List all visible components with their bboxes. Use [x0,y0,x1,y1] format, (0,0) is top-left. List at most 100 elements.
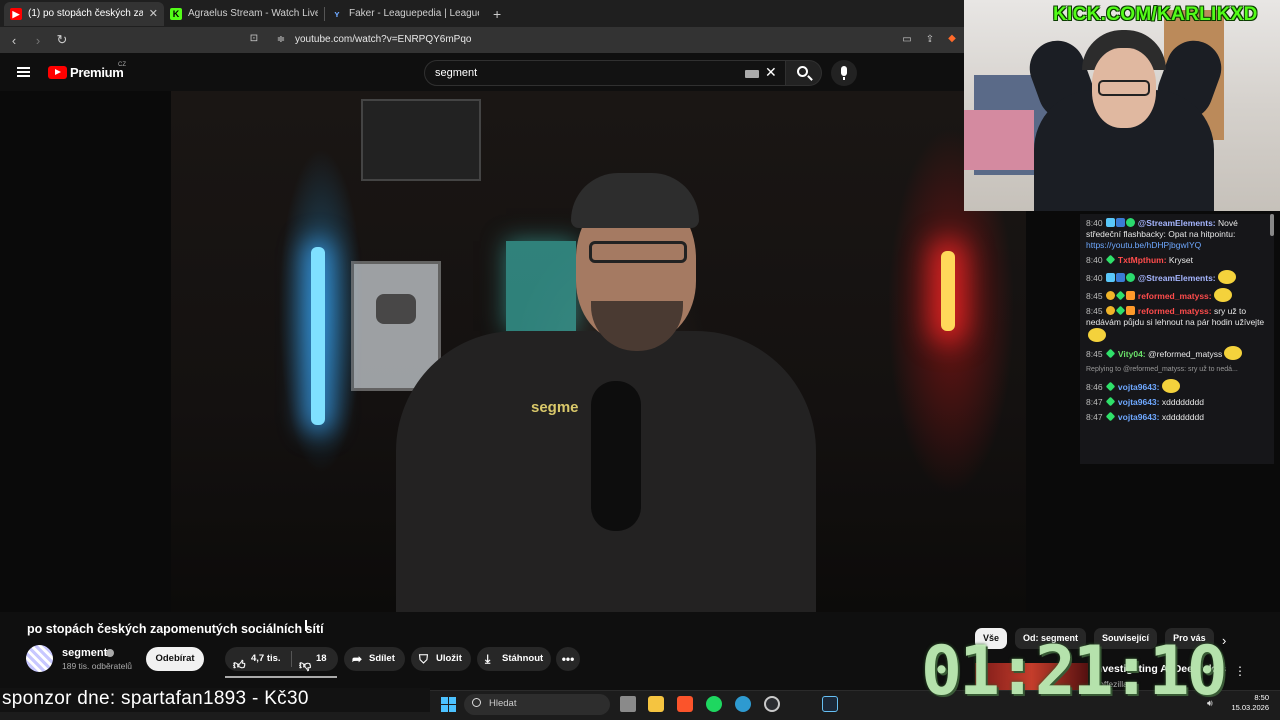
chat-badge-icon [1105,273,1115,282]
like-count[interactable]: 4,7 tis. [251,647,281,671]
chat-username[interactable]: @StreamElements: [1136,273,1216,283]
streamer-webcam [964,0,1280,211]
task-view-icon[interactable] [620,696,636,712]
chat-username[interactable]: reformed_matyss: [1136,306,1212,316]
chat-time: 8:40 [1086,218,1103,228]
youtube-logo-icon[interactable] [48,66,67,79]
chat-username[interactable]: Vity04: [1116,349,1146,359]
tab-title: Faker - Leaguepedia | League of Lege [349,8,479,19]
back-icon[interactable]: ‹ [4,33,24,48]
stream-chat: 8:40 @StreamElements: Nové středeční fla… [1080,214,1274,464]
chat-link[interactable]: https://youtu.be/hDHPjbgwIYQ [1086,240,1201,250]
chat-message: 8:47 vojta9643: xdddddddd [1086,411,1268,423]
taskbar-search[interactable]: Hledat [464,694,610,715]
voice-search-button[interactable] [831,60,857,86]
save-label: Uložit [436,653,462,664]
chat-text: @reformed_matyss [1145,349,1223,359]
youtube-brand[interactable]: Premium [70,65,124,80]
verified-icon [106,649,114,657]
save-button[interactable]: ⛉ Uložit [411,647,471,671]
chat-badge-icon [1105,291,1115,300]
search-icon [797,66,808,77]
reload-icon[interactable]: ↻ [52,32,72,48]
taskbar-clock[interactable]: 8:50 15.03.2026 [1229,693,1269,713]
chat-username[interactable]: vojta9643: [1116,412,1160,422]
chat-badge-icon [1105,411,1115,422]
download-icon: ⤓ [485,652,491,666]
search-icon [472,698,481,707]
chat-scrollbar[interactable] [1270,214,1274,236]
tab-title: (1) po stopách českých zapom [28,8,143,19]
chat-message: 8:40 @StreamElements: [1086,270,1268,284]
clear-search-icon[interactable]: ✕ [765,64,777,81]
cam-bed [964,110,1034,170]
sponsor-ticker: sponzor dne: spartafan1893 - Kč30 [2,688,309,709]
more-actions-button[interactable]: ••• [556,647,580,671]
chat-message: Replying to @reformed_matyss: sry už to … [1086,364,1268,375]
divider [291,651,292,667]
stream-timer: 01:21:10 [921,632,1228,711]
bookmark-icon: ⛉ [419,652,429,666]
tab-leaguepedia[interactable]: ʏ Faker - Leaguepedia | League of Lege [325,2,485,26]
chat-badge-icon [1125,306,1135,315]
chat-time: 8:45 [1086,349,1103,359]
chat-username[interactable]: vojta9643: [1116,397,1160,407]
brave-shield-icon[interactable]: ◆ [946,33,958,45]
cast-icon[interactable]: ▭ [901,34,913,46]
shirt-print: segme [531,399,579,416]
tab-kick[interactable]: K Agraelus Stream - Watch Live on Kick [164,2,324,26]
spotify-icon[interactable] [706,696,722,712]
bookmark-icon[interactable]: ⊡ [248,33,260,45]
chat-badge-icon [1115,290,1125,301]
dislike-count[interactable]: 18 [316,647,327,671]
keyboard-icon[interactable] [745,70,759,78]
more-vert-icon[interactable]: ⋮ [1234,664,1246,678]
ccleaner-icon[interactable] [735,696,751,712]
chat-time: 8:47 [1086,412,1103,422]
share-page-icon[interactable]: ⇪ [924,34,936,46]
host-glasses [589,241,687,263]
thumbs-up-icon[interactable]: 👍︎ [233,653,246,677]
download-button[interactable]: ⤓ Stáhnout [477,647,551,671]
chat-username[interactable]: TxtMpthum: [1116,255,1167,265]
studio-microphone [591,381,641,531]
hamburger-menu-icon[interactable] [17,67,30,77]
chat-username[interactable]: reformed_matyss: [1136,291,1212,301]
subscribe-button[interactable]: Odebírat [146,647,204,671]
windows-start-icon[interactable] [441,697,456,712]
chat-emote-icon [1161,379,1180,393]
channel-name[interactable]: segment [62,647,107,659]
chat-time: 8:45 [1086,306,1103,316]
clock-time: 8:50 [1254,693,1269,702]
download-label: Stáhnout [502,653,544,664]
discord-icon[interactable] [764,696,780,712]
blue-lamp [311,247,325,425]
chat-username[interactable]: @StreamElements: [1136,218,1216,228]
forward-icon[interactable]: › [28,33,48,48]
kick-channel-label: KICK.COM/KARLIKXD [1053,4,1258,25]
chat-emote-icon [1217,270,1236,284]
tab-youtube[interactable]: ▶ (1) po stopách českých zapom ✕ [4,1,164,26]
chat-time: 8:46 [1086,382,1103,392]
chat-badge-icon [1125,273,1135,282]
file-explorer-icon[interactable] [648,696,664,712]
brave-icon[interactable] [677,696,693,712]
leaguepedia-icon: ʏ [334,8,340,19]
search-input[interactable]: segment ✕ [424,60,786,86]
url-field[interactable]: youtube.com/watch?v=ENRPQY6mPqo [295,31,471,49]
channel-avatar[interactable] [26,645,53,672]
steam-icon[interactable] [822,696,838,712]
streamer-glasses [1098,80,1150,96]
chat-message: 8:45 reformed_matyss: [1086,288,1268,302]
chat-username[interactable]: vojta9643: [1116,382,1160,392]
site-settings-icon[interactable]: ≑ [275,34,287,46]
close-tab-icon[interactable]: ✕ [149,7,158,20]
share-label: Sdílet [369,653,395,664]
taskbar-search-label: Hledat [489,698,517,709]
host-cap [571,173,699,228]
search-button[interactable] [786,60,822,86]
thumbs-down-icon[interactable]: 👎︎ [299,653,311,677]
share-button[interactable]: ➦ Sdílet [344,647,405,671]
chat-time: 8:45 [1086,291,1103,301]
new-tab-icon[interactable]: + [493,6,501,22]
